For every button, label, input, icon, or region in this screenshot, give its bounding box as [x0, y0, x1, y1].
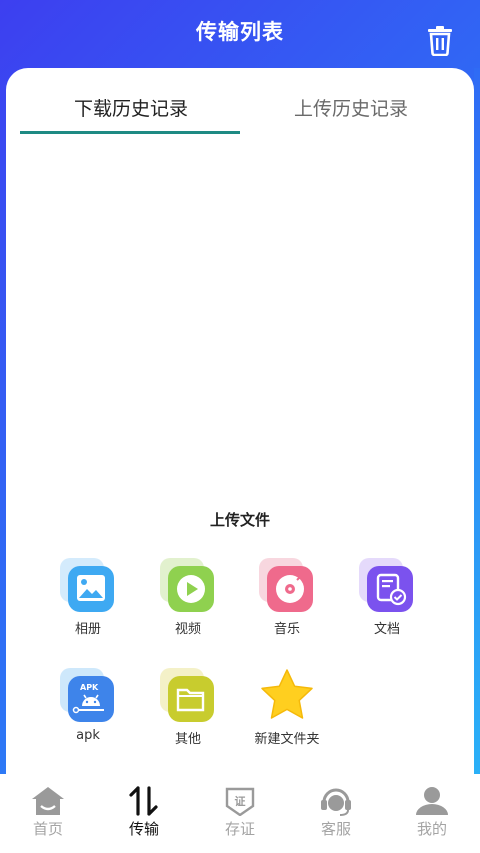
- music-icon: [259, 558, 315, 614]
- upload-item-label: 音乐: [273, 622, 300, 637]
- active-tab-indicator: [20, 131, 240, 134]
- tabbar-item-home[interactable]: 首页: [0, 774, 96, 853]
- upload-item-music[interactable]: 音乐: [242, 558, 332, 637]
- upload-item-label: 文档: [373, 622, 400, 637]
- tabbar-label: 存证: [224, 820, 255, 838]
- upload-item-new-folder[interactable]: 新建文件夹: [242, 668, 332, 747]
- document-icon: [359, 558, 415, 614]
- upload-item-label: apk: [76, 728, 100, 743]
- upload-item-label: 新建文件夹: [254, 732, 320, 747]
- upload-item-photos[interactable]: 相册: [43, 558, 133, 637]
- page-title: 传输列表: [196, 20, 284, 44]
- transfer-icon: [96, 786, 192, 816]
- right-edge-gradient: [474, 68, 480, 774]
- content-card: 下载历史记录 上传历史记录 上传文件 相册 视频 音乐 文档 APK apk 其…: [6, 68, 474, 774]
- trash-icon[interactable]: [424, 24, 456, 57]
- header: 传输列表: [0, 0, 480, 66]
- bottom-tab-bar: 首页 传输 证 存证 客服 我的: [0, 774, 480, 853]
- tabbar-label: 首页: [32, 820, 63, 838]
- photo-album-icon: [60, 558, 116, 614]
- upload-item-video[interactable]: 视频: [143, 558, 233, 637]
- tabbar-item-transfer[interactable]: 传输: [96, 774, 192, 853]
- certificate-icon: 证: [192, 786, 288, 816]
- tabbar-item-certificate[interactable]: 证 存证: [192, 774, 288, 853]
- upload-item-apk[interactable]: APK apk: [43, 668, 133, 743]
- tab-download-history[interactable]: 下载历史记录: [74, 94, 188, 121]
- apk-icon: APK: [60, 668, 116, 724]
- tabbar-item-profile[interactable]: 我的: [384, 774, 480, 853]
- tabbar-label: 我的: [416, 820, 447, 838]
- folder-icon: [160, 668, 216, 724]
- video-icon: [160, 558, 216, 614]
- home-icon: [0, 786, 96, 816]
- upload-item-label: 视频: [174, 622, 201, 637]
- tabbar-item-customer-service[interactable]: 客服: [288, 774, 384, 853]
- upload-item-document[interactable]: 文档: [342, 558, 432, 637]
- upload-item-label: 相册: [74, 622, 101, 637]
- tab-upload-history[interactable]: 上传历史记录: [294, 94, 408, 121]
- upload-section-title: 上传文件: [209, 511, 270, 529]
- star-icon: [259, 668, 315, 724]
- user-icon: [384, 786, 480, 816]
- upload-item-label: 其他: [174, 732, 201, 747]
- svg-text:证: 证: [235, 795, 246, 808]
- apk-badge: APK: [80, 683, 99, 692]
- upload-item-other[interactable]: 其他: [143, 668, 233, 747]
- tabbar-label: 客服: [320, 820, 351, 838]
- tabbar-label: 传输: [128, 820, 159, 838]
- history-tabs: 下载历史记录 上传历史记录: [6, 68, 474, 134]
- customer-service-icon: [288, 786, 384, 816]
